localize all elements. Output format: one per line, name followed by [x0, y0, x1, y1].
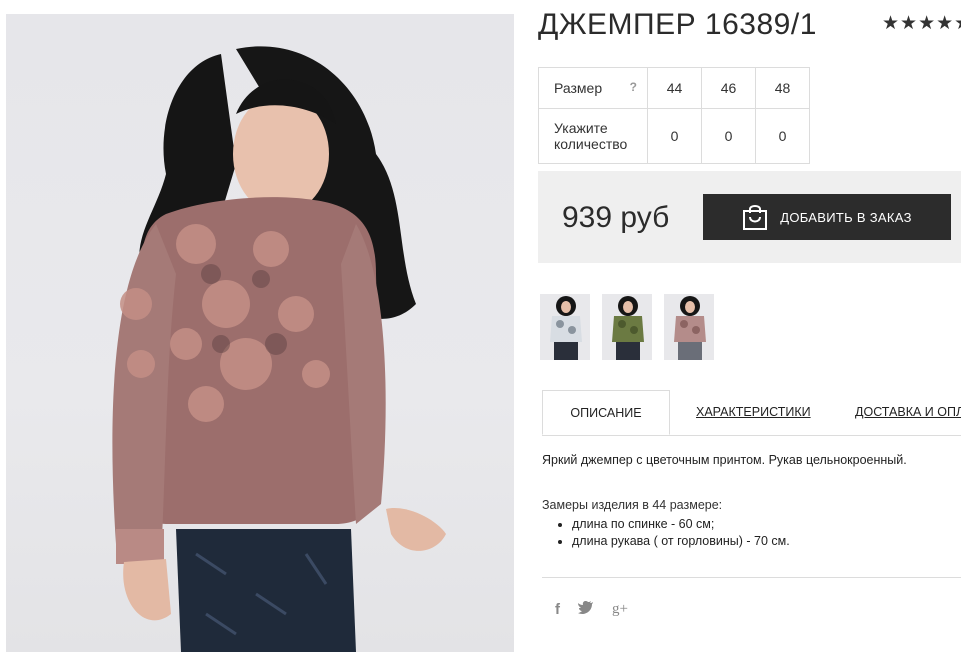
divider — [542, 577, 961, 578]
quantity-input-44[interactable]: 0 — [647, 108, 702, 164]
tab-characteristics[interactable]: ХАРАКТЕРИСТИКИ — [696, 390, 811, 434]
price-box: 939 руб ДОБАВИТЬ В ЗАКАЗ — [538, 171, 961, 263]
size-option-44: 44 — [647, 67, 702, 109]
description-text: Яркий джемпер с цветочным принтом. Рукав… — [542, 453, 907, 467]
size-option-48: 48 — [755, 67, 810, 109]
quantity-input-48[interactable]: 0 — [755, 108, 810, 164]
product-title: ДЖЕМПЕР 16389/1 — [538, 8, 817, 41]
facebook-icon[interactable]: f — [555, 601, 560, 618]
product-tabs: ОПИСАНИЕ ХАРАКТЕРИСТИКИ ДОСТАВКА И ОПЛАТ… — [542, 390, 961, 436]
rating-stars[interactable]: ★★★★★ — [882, 12, 961, 35]
tab-delivery-payment[interactable]: ДОСТАВКА И ОПЛАТА — [855, 390, 961, 434]
shopping-bag-icon — [743, 205, 768, 230]
twitter-icon[interactable] — [578, 600, 594, 618]
size-label: Размер ? — [538, 67, 648, 109]
size-option-46: 46 — [701, 67, 756, 109]
add-to-order-button[interactable]: ДОБАВИТЬ В ЗАКАЗ — [703, 194, 951, 240]
list-item: длина по спинке - 60 см; — [572, 516, 790, 533]
measurements-title: Замеры изделия в 44 размере: — [542, 498, 723, 512]
list-item: длина рукава ( от горловины) - 70 см. — [572, 533, 790, 550]
product-thumbnails — [540, 294, 714, 360]
thumbnail-green[interactable] — [602, 294, 652, 360]
product-main-photo — [6, 14, 514, 652]
measurements-list: длина по спинке - 60 см; длина рукава ( … — [542, 516, 790, 550]
tab-description[interactable]: ОПИСАНИЕ — [542, 390, 670, 435]
size-quantity-table: Размер ? 44 46 48 Укажите количество 0 0… — [538, 67, 810, 164]
product-price: 939 руб — [562, 201, 670, 234]
quantity-input-46[interactable]: 0 — [701, 108, 756, 164]
thumbnail-white[interactable] — [540, 294, 590, 360]
size-help-icon[interactable]: ? — [630, 80, 647, 94]
social-share-links: f g+ — [555, 600, 628, 618]
quantity-label: Укажите количество — [538, 108, 648, 164]
add-to-order-label: ДОБАВИТЬ В ЗАКАЗ — [780, 209, 912, 225]
thumbnail-pink[interactable] — [664, 294, 714, 360]
google-plus-icon[interactable]: g+ — [612, 601, 628, 618]
